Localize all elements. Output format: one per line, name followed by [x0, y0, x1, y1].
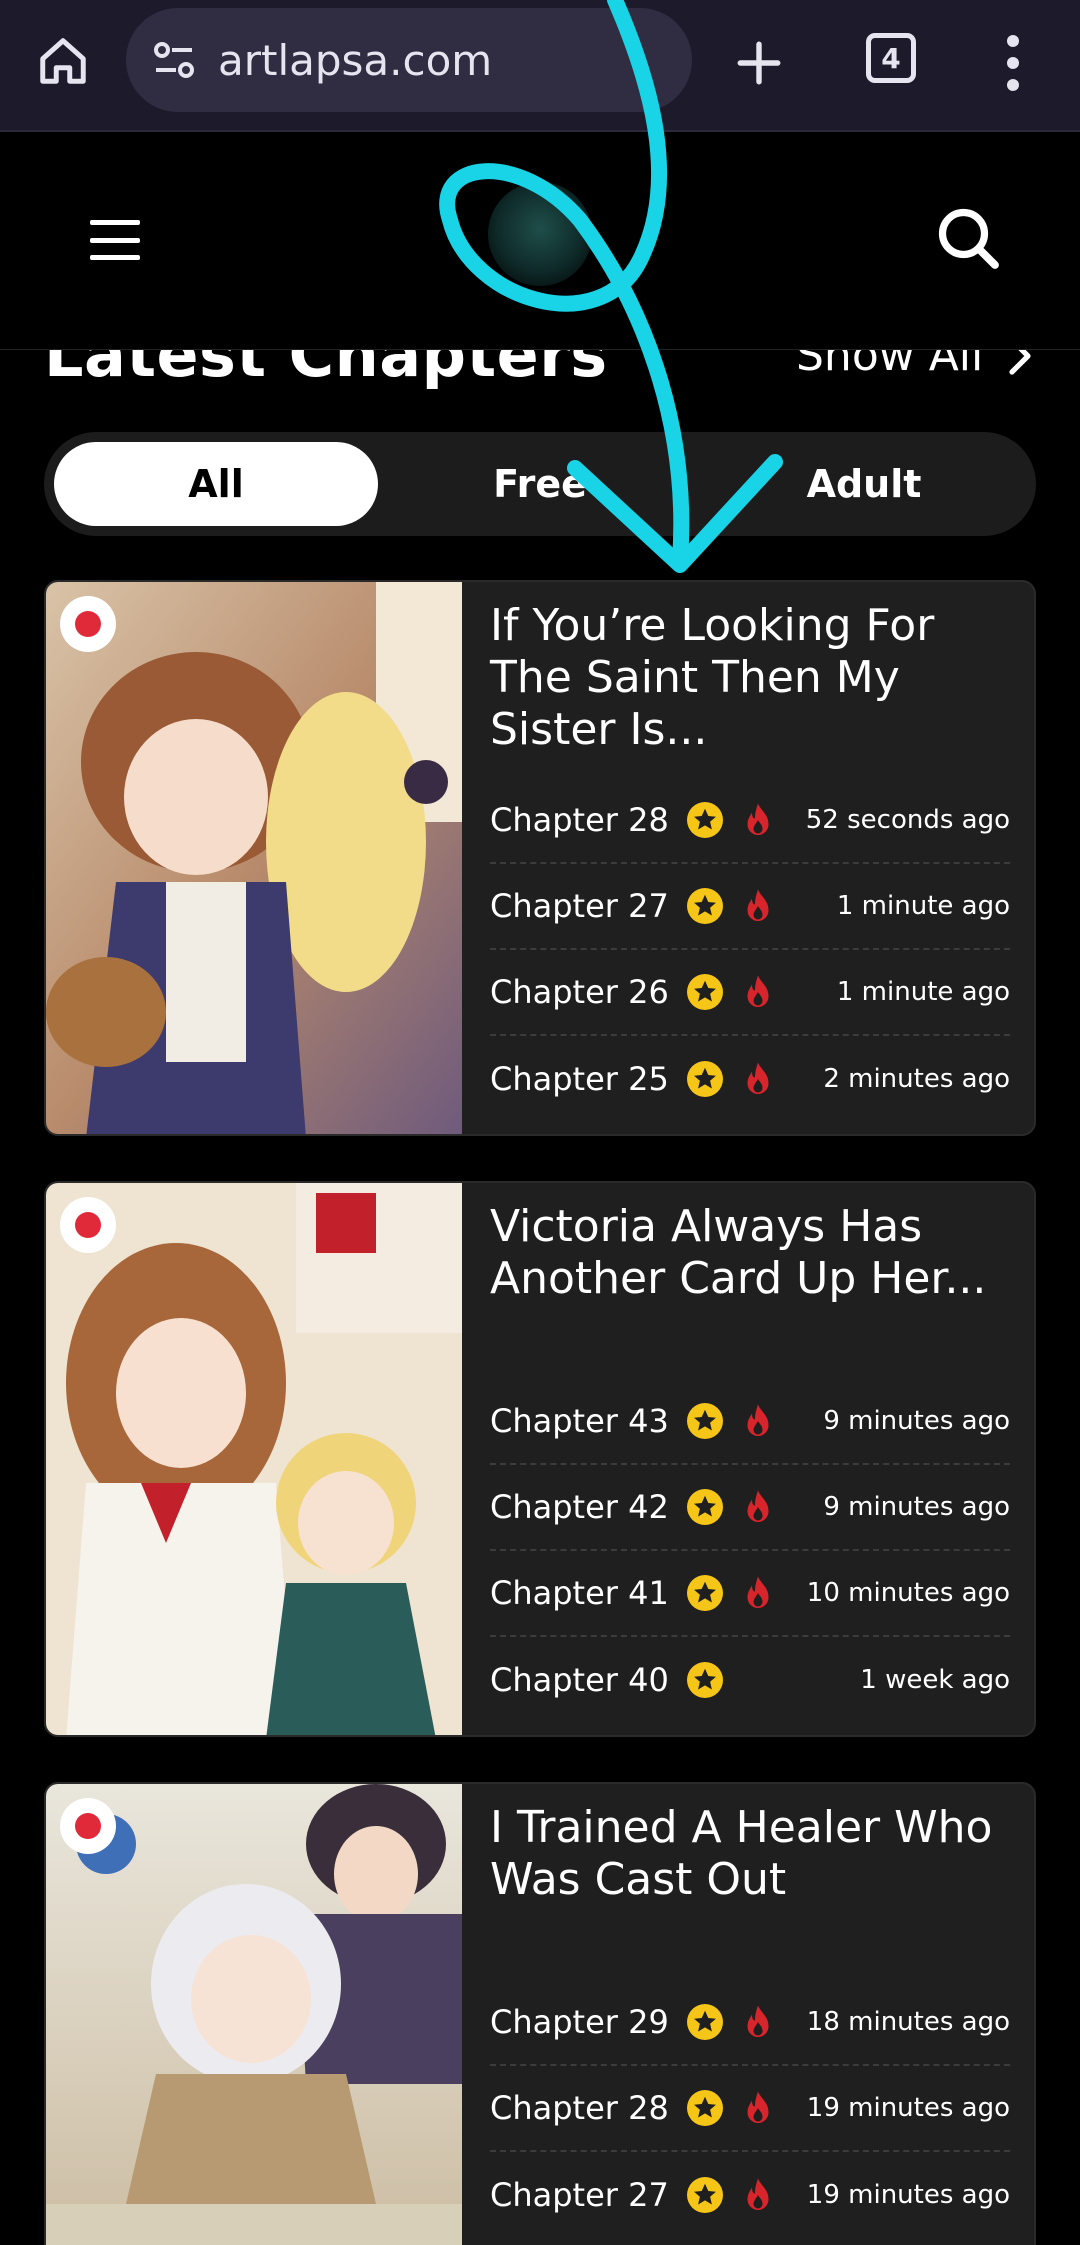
fire-icon — [747, 2091, 769, 2123]
manga-card[interactable]: Victoria Always Has Another Card Up Her.… — [44, 1181, 1036, 1737]
address-bar[interactable]: artlapsa.com — [126, 8, 692, 112]
chapter-row[interactable]: Chapter 25 2 minutes ago — [490, 1036, 1010, 1122]
home-button[interactable] — [30, 28, 96, 94]
chapter-label: Chapter 28 — [490, 2089, 669, 2127]
chapter-time: 1 week ago — [860, 1665, 1010, 1695]
star-icon — [686, 1489, 723, 1525]
star-icon — [686, 2177, 723, 2213]
chapter-row[interactable]: Chapter 40 1 week ago — [490, 1637, 1010, 1723]
chapter-row[interactable]: Chapter 28 52 seconds ago — [490, 778, 1010, 864]
tab-all[interactable]: All — [54, 442, 378, 526]
star-icon — [686, 1662, 723, 1698]
chapter-row[interactable]: Chapter 27 1 minute ago — [490, 864, 1010, 950]
chapter-list: Chapter 29 18 minutes ago Chapter 28 19 … — [490, 1980, 1010, 2238]
chapter-row[interactable]: Chapter 42 9 minutes ago — [490, 1465, 1010, 1551]
browser-toolbar: artlapsa.com 4 — [0, 0, 1080, 132]
chapter-label: Chapter 41 — [490, 1574, 669, 1612]
fire-icon — [747, 2178, 769, 2210]
star-icon — [686, 888, 723, 924]
chapter-row[interactable]: Chapter 27 19 minutes ago — [490, 2152, 1010, 2238]
chapter-label: Chapter 42 — [490, 1488, 669, 1526]
chapter-label: Chapter 27 — [490, 2176, 669, 2214]
chapter-label: Chapter 43 — [490, 1402, 669, 1440]
chapter-time: 19 minutes ago — [806, 2180, 1010, 2210]
site-settings-icon[interactable] — [150, 36, 198, 84]
tab-count: 4 — [881, 41, 901, 75]
logo[interactable] — [488, 182, 592, 286]
chapter-row[interactable]: Chapter 28 19 minutes ago — [490, 2066, 1010, 2152]
manga-title[interactable]: If You’re Looking For The Saint Then My … — [490, 600, 1010, 756]
chapter-list: Chapter 43 9 minutes ago Chapter 42 9 mi… — [490, 1379, 1010, 1723]
star-icon — [686, 1061, 723, 1097]
cover-image[interactable] — [46, 582, 462, 1134]
chapter-time: 9 minutes ago — [823, 1406, 1010, 1436]
chapter-label: Chapter 26 — [490, 973, 669, 1011]
star-icon — [686, 974, 723, 1010]
record-badge — [60, 596, 116, 652]
manga-title[interactable]: I Trained A Healer Who Was Cast Out — [490, 1802, 1010, 1906]
chapter-label: Chapter 27 — [490, 887, 669, 925]
star-icon — [686, 2004, 723, 2040]
chapter-row[interactable]: Chapter 26 1 minute ago — [490, 950, 1010, 1036]
plus-icon — [737, 41, 781, 85]
fire-icon — [747, 1062, 769, 1094]
chapter-time: 10 minutes ago — [806, 1578, 1010, 1608]
star-icon — [686, 1403, 723, 1439]
hamburger-icon[interactable] — [90, 220, 140, 260]
search-icon[interactable] — [932, 202, 1004, 274]
record-badge — [60, 1798, 116, 1854]
more-vert-icon[interactable] — [990, 30, 1036, 96]
manga-card[interactable]: I Trained A Healer Who Was Cast Out Chap… — [44, 1782, 1036, 2245]
tab-adult[interactable]: Adult — [702, 442, 1026, 526]
filter-tabs: All Free Adult — [44, 432, 1036, 536]
record-badge — [60, 1197, 116, 1253]
chapter-row[interactable]: Chapter 29 18 minutes ago — [490, 1980, 1010, 2066]
chapter-time: 19 minutes ago — [806, 2093, 1010, 2123]
chapter-time: 9 minutes ago — [823, 1492, 1010, 1522]
chapter-time: 52 seconds ago — [805, 805, 1010, 835]
cover-image[interactable] — [46, 1784, 462, 2245]
home-icon — [40, 38, 86, 84]
fire-icon — [747, 803, 769, 835]
chapter-time: 2 minutes ago — [823, 1064, 1010, 1094]
fire-icon — [747, 975, 769, 1007]
fire-icon — [747, 2005, 769, 2037]
star-icon — [686, 2090, 723, 2126]
fire-icon — [747, 889, 769, 921]
cover-image[interactable] — [46, 1183, 462, 1735]
chapter-label: Chapter 40 — [490, 1661, 669, 1699]
fire-icon — [747, 1490, 769, 1522]
chapter-label: Chapter 28 — [490, 801, 669, 839]
url-text: artlapsa.com — [218, 35, 493, 85]
chapter-time: 1 minute ago — [836, 977, 1010, 1007]
chapter-row[interactable]: Chapter 41 10 minutes ago — [490, 1551, 1010, 1637]
site-header — [0, 134, 1080, 350]
fire-icon — [747, 1404, 769, 1436]
tab-switcher-button[interactable]: 4 — [866, 33, 916, 83]
chapter-label: Chapter 25 — [490, 1060, 669, 1098]
new-tab-button[interactable] — [724, 28, 794, 98]
chapter-label: Chapter 29 — [490, 2003, 669, 2041]
star-icon — [686, 802, 723, 838]
chapter-row[interactable]: Chapter 43 9 minutes ago — [490, 1379, 1010, 1465]
chapter-time: 18 minutes ago — [806, 2007, 1010, 2037]
manga-card[interactable]: If You’re Looking For The Saint Then My … — [44, 580, 1036, 1136]
star-icon — [686, 1575, 723, 1611]
manga-title[interactable]: Victoria Always Has Another Card Up Her.… — [490, 1201, 1010, 1305]
fire-icon — [747, 1576, 769, 1608]
chapter-time: 1 minute ago — [836, 891, 1010, 921]
chapter-list: Chapter 28 52 seconds ago Chapter 27 1 m… — [490, 778, 1010, 1122]
tab-free[interactable]: Free — [378, 442, 702, 526]
